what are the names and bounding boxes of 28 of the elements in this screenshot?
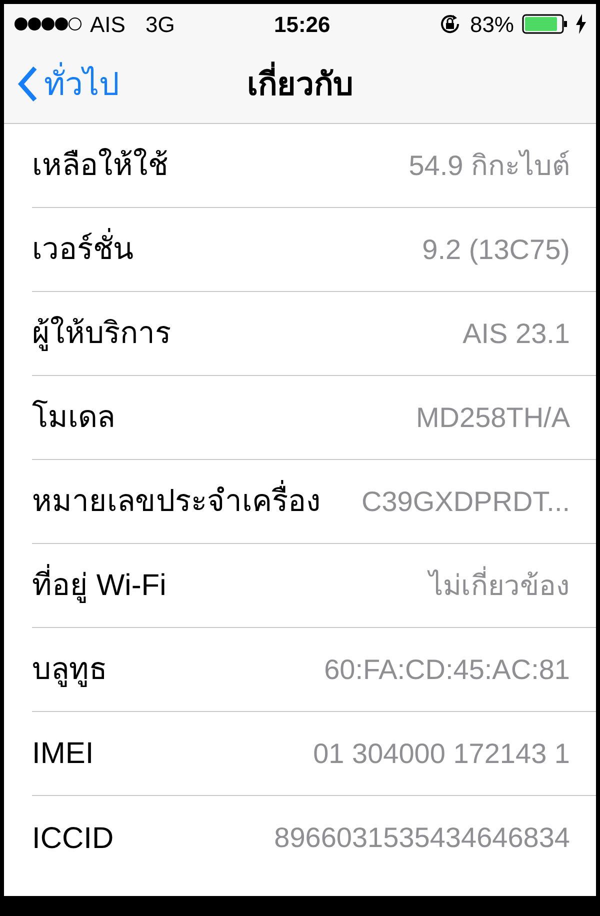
row-label: บลูทูธ [32, 652, 107, 689]
time-text: 15:26 [274, 10, 330, 38]
row-value: ไม่เกี่ยวข้อง [429, 564, 570, 606]
charging-icon [576, 14, 586, 34]
page-title: เกี่ยวกับ [247, 60, 353, 108]
row-value: 60:FA:CD:45:AC:81 [324, 652, 570, 686]
row-label: หมายเลขประจำเครื่อง [32, 479, 321, 524]
row-value: C39GXDPRDT... [362, 484, 570, 518]
row-label: เวอร์ชั่น [32, 227, 134, 272]
row-label: เหลือให้ใช้ [32, 147, 168, 184]
back-button[interactable]: ทั่วไป [4, 60, 119, 108]
row-value: 01 304000 172143 1 [313, 736, 570, 770]
row-value: MD258TH/A [416, 400, 570, 434]
battery-percent: 83% [470, 10, 514, 38]
chevron-left-icon [18, 66, 38, 102]
row-label: ICCID [32, 820, 114, 856]
signal-icon [14, 17, 82, 31]
row-label: ผู้ให้บริการ [32, 315, 171, 353]
carrier-text: AIS [90, 10, 126, 38]
row-label: IMEI [32, 736, 94, 772]
row-label: โมเดล [32, 398, 115, 436]
row-value: 8966031535434646834 [274, 821, 570, 855]
battery-icon [522, 13, 568, 35]
row-value: 54.9 กิกะไบต์ [408, 148, 570, 182]
row-label: ที่อยู่ Wi-Fi [32, 563, 166, 608]
network-text: 3G [145, 10, 175, 38]
row-value: 9.2 (13C75) [422, 232, 570, 267]
row-value: AIS 23.1 [462, 316, 570, 350]
